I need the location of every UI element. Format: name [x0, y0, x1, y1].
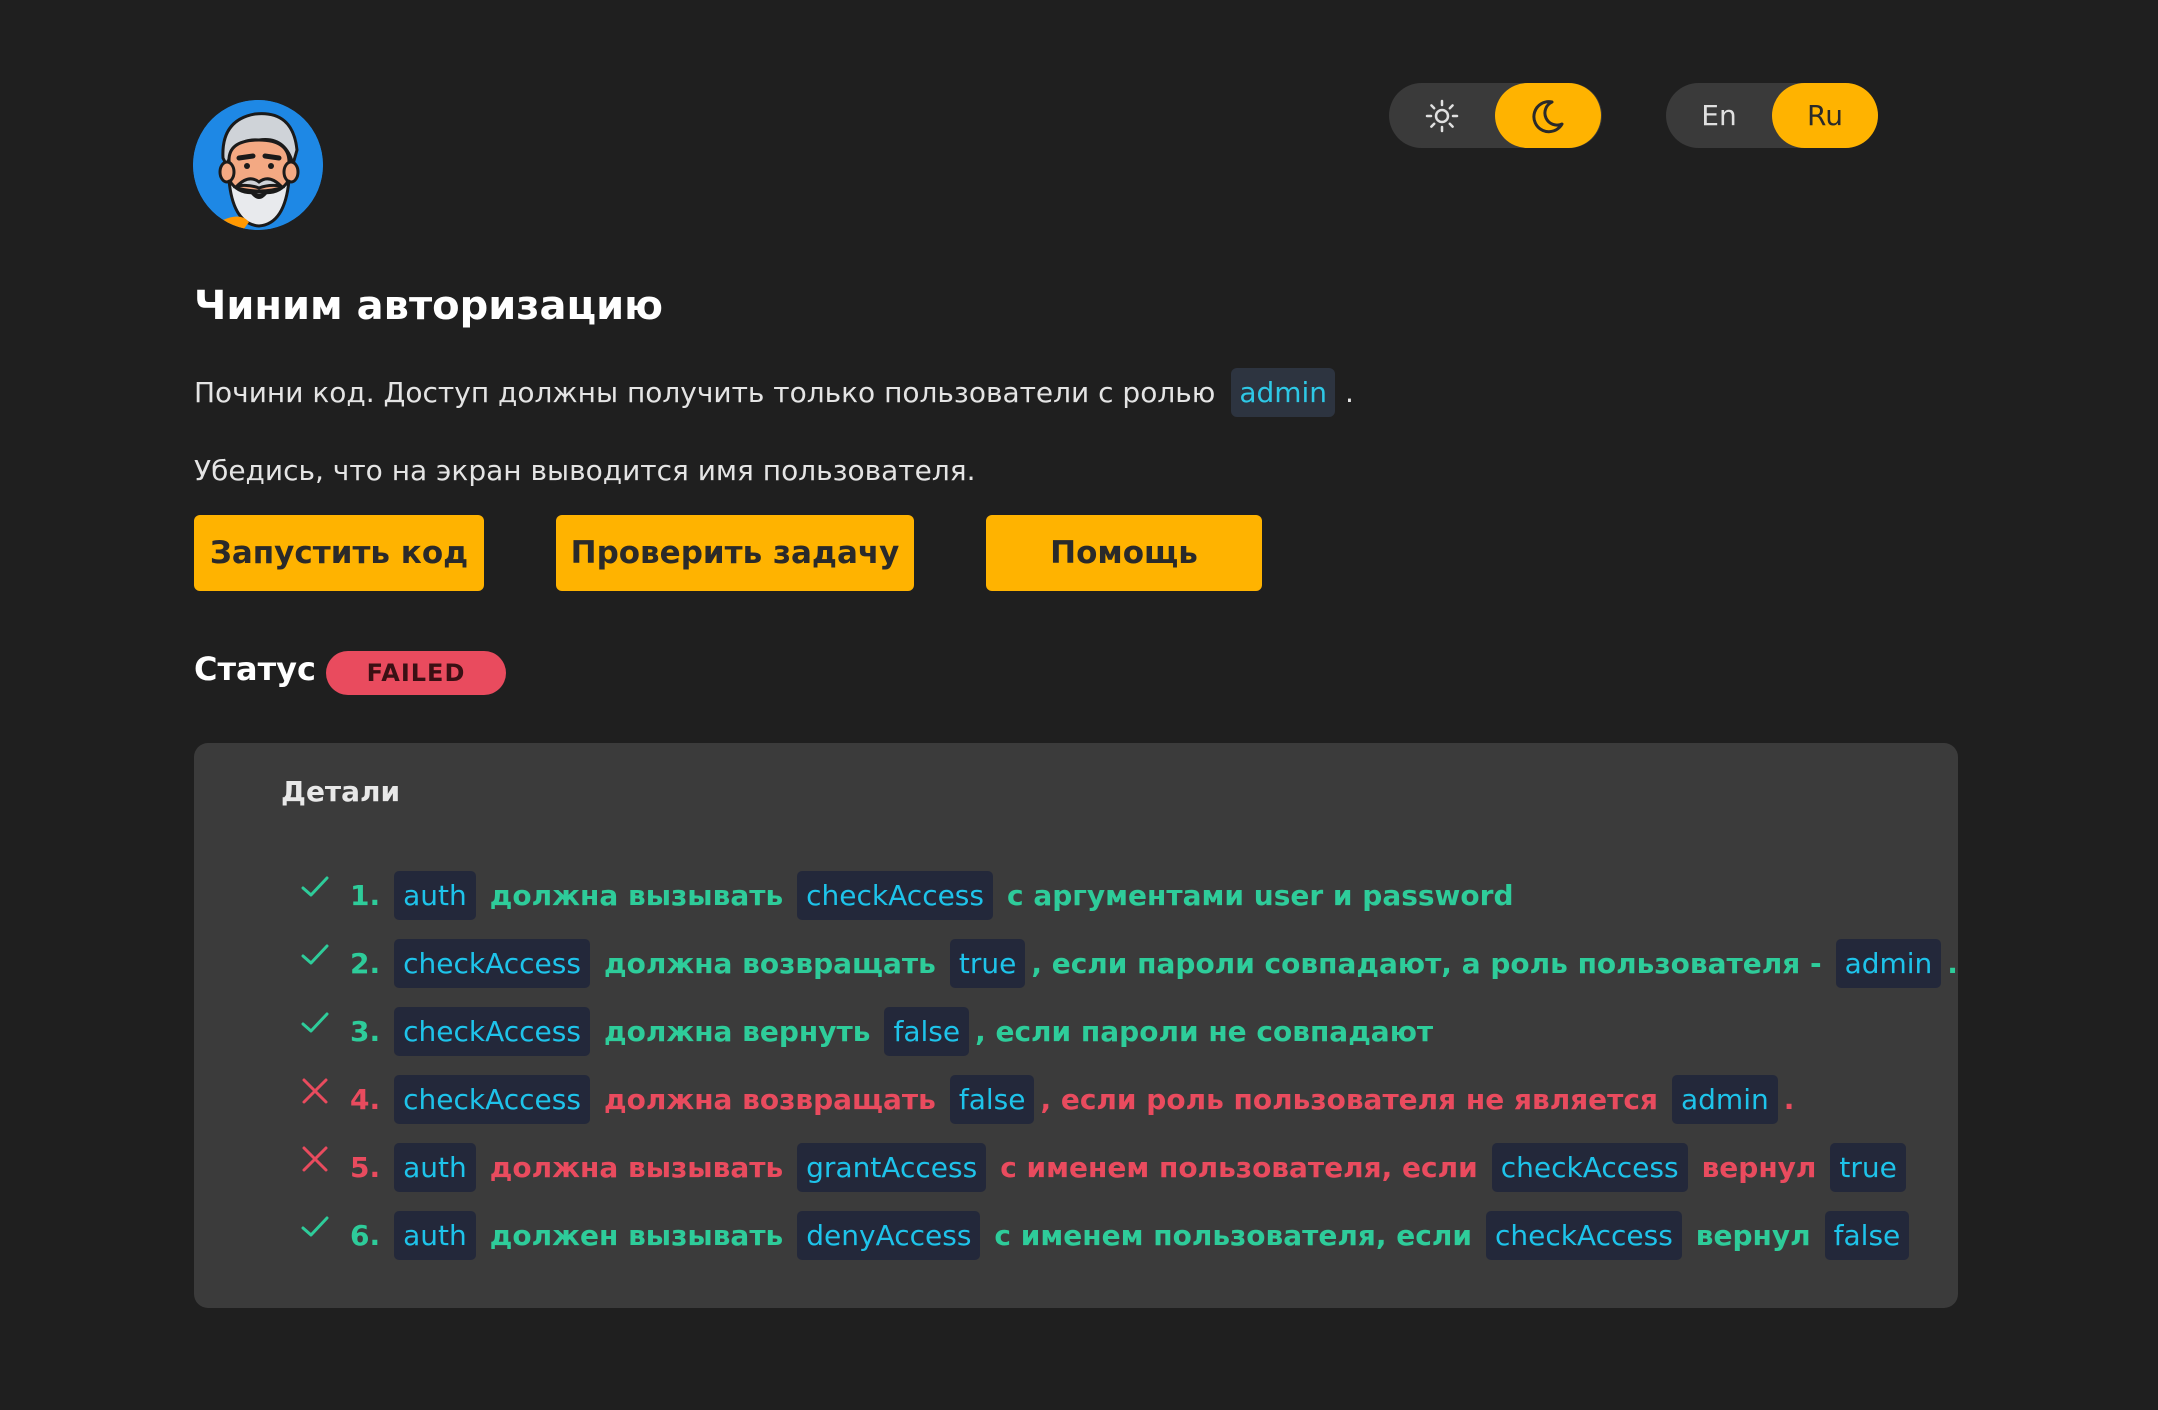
details-title: Детали: [281, 775, 401, 808]
cross-icon: [302, 1146, 328, 1172]
check-text: с именем пользователя, если: [994, 1218, 1472, 1252]
check-icon: [301, 1012, 329, 1033]
page: En Ru Чиним авторизацию Почини код. Дост…: [0, 0, 2158, 1410]
lang-option-ru[interactable]: Ru: [1772, 83, 1878, 148]
description-text-end: .: [1345, 375, 1354, 409]
task-description-1: Почини код. Доступ должны получить тольк…: [194, 364, 1354, 420]
check-item: 6. auth должен вызывать denyAccess с именем …: [298, 1201, 1972, 1269]
check-text: вернул: [1695, 1218, 1811, 1252]
check-icon: [301, 876, 329, 897]
code-token: admin: [1671, 1074, 1778, 1124]
check-text: с именем пользователя, если: [1000, 1150, 1478, 1184]
avatar: [193, 100, 323, 230]
check-number: 3.: [350, 1014, 381, 1048]
check-number: 1.: [350, 878, 381, 912]
light-theme-option[interactable]: [1389, 83, 1495, 148]
code-token: false: [884, 1006, 970, 1056]
check-text: с аргументами user и password: [1007, 878, 1514, 912]
check-text: .: [1783, 1082, 1795, 1116]
code-token: checkAccess: [394, 1006, 590, 1056]
inline-code: admin: [1231, 367, 1336, 417]
language-toggle[interactable]: En Ru: [1666, 83, 1878, 148]
moon-icon: [1532, 99, 1564, 133]
description-text: Почини код. Доступ должны получить тольк…: [194, 375, 1216, 409]
check-number: 6.: [350, 1218, 381, 1252]
sun-icon: [1425, 99, 1459, 132]
check-item: 1. auth должна вызывать checkAccess с аргуме…: [298, 861, 1972, 929]
check-task-button[interactable]: Проверить задачу: [556, 515, 914, 591]
check-item: 5. auth должна вызывать grantAccess с именем…: [298, 1133, 1972, 1201]
check-item: 2. checkAccess должна возвращать true, если…: [298, 929, 1972, 997]
code-token: checkAccess: [394, 1074, 590, 1124]
check-item: 3. checkAccess должна вернуть false, если п…: [298, 997, 1972, 1065]
check-icon: [301, 1216, 329, 1237]
page-title: Чиним авторизацию: [194, 283, 664, 329]
code-token: true: [949, 938, 1026, 988]
check-number: 5.: [350, 1150, 381, 1184]
check-text: должна возвращать: [603, 946, 936, 980]
theme-toggle[interactable]: [1389, 83, 1602, 148]
check-text: , если пароли не совпадают: [975, 1014, 1434, 1048]
code-token: checkAccess: [797, 870, 993, 920]
check-text: должна возвращать: [603, 1082, 936, 1116]
code-token: checkAccess: [1485, 1210, 1682, 1260]
help-button[interactable]: Помощь: [986, 515, 1262, 591]
code-token: auth: [394, 870, 476, 920]
status-label: Статус: [194, 650, 316, 688]
lang-option-en[interactable]: En: [1666, 83, 1772, 148]
code-token: auth: [394, 1210, 476, 1260]
check-text: , если роль пользователя не является: [1040, 1082, 1658, 1116]
check-icon: [301, 944, 329, 965]
code-token: grantAccess: [797, 1142, 987, 1192]
check-text: вернул: [1701, 1150, 1817, 1184]
details-panel: Детали 1. auth должна вызывать checkAccess с…: [194, 743, 1958, 1308]
code-token: denyAccess: [797, 1210, 981, 1260]
check-list: 1. auth должна вызывать checkAccess с аргуме…: [298, 861, 1972, 1269]
check-text: должен вызывать: [489, 1218, 784, 1252]
check-text: , если пароли совпадают, а роль пользова…: [1031, 946, 1822, 980]
code-token: checkAccess: [394, 938, 590, 988]
dark-theme-option[interactable]: [1495, 83, 1601, 148]
check-item: 4. checkAccess должна возвращать false, есл…: [298, 1065, 1972, 1133]
status-badge: FAILED: [326, 651, 506, 695]
code-token: auth: [394, 1142, 476, 1192]
code-token: checkAccess: [1491, 1142, 1688, 1192]
check-text: должна вернуть: [603, 1014, 871, 1048]
cross-icon: [302, 1078, 328, 1104]
code-token: false: [949, 1074, 1035, 1124]
task-description-2: Убедись, что на экран выводится имя поль…: [194, 453, 976, 487]
check-text: должна вызывать: [489, 1150, 784, 1184]
code-token: false: [1824, 1210, 1910, 1260]
check-number: 4.: [350, 1082, 381, 1116]
code-token: true: [1830, 1142, 1906, 1192]
check-text: должна вызывать: [489, 878, 784, 912]
bearded-man-avatar-icon: [193, 100, 323, 230]
run-code-button[interactable]: Запустить код: [194, 515, 484, 591]
check-number: 2.: [350, 946, 381, 980]
code-token: admin: [1835, 938, 1942, 988]
check-text: .: [1947, 946, 1958, 980]
